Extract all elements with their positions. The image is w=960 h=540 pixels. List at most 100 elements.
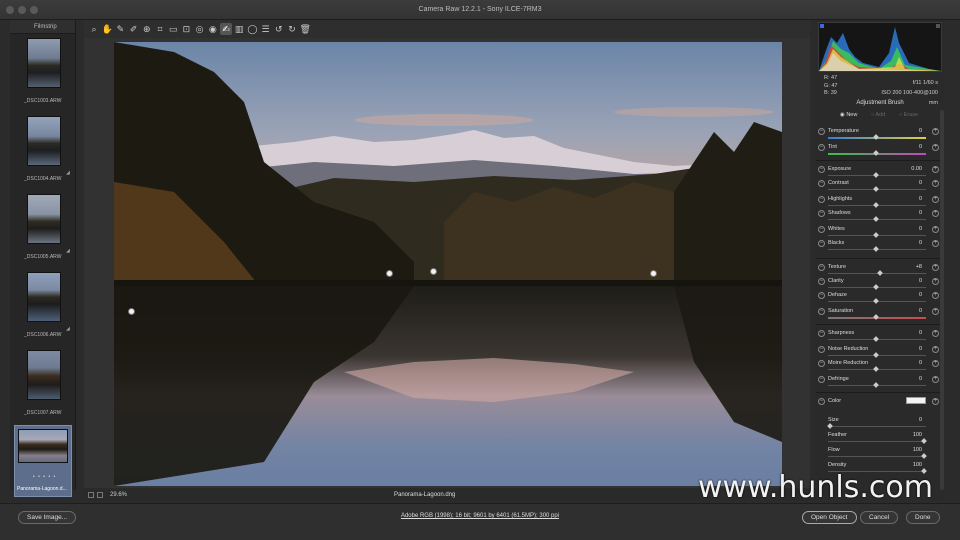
zoom-level[interactable]: 29.6% bbox=[110, 492, 127, 498]
color-sampler-icon[interactable]: ✐ bbox=[128, 23, 140, 35]
minus-icon[interactable]: − bbox=[818, 360, 825, 367]
slider-value[interactable]: 0 bbox=[898, 346, 922, 352]
filmstrip-item[interactable]: _DSC1004.ARW ◢ bbox=[14, 114, 72, 186]
spot-removal-icon[interactable]: ◎ bbox=[194, 23, 206, 35]
brush-flow[interactable]: Flow 100 bbox=[816, 447, 944, 462]
slider-sharpness[interactable]: − Sharpness 0 + bbox=[816, 330, 944, 345]
minus-icon[interactable]: − bbox=[818, 166, 825, 173]
slider-handle[interactable] bbox=[873, 232, 879, 238]
brush-track[interactable] bbox=[828, 441, 926, 442]
minus-icon[interactable]: − bbox=[818, 226, 825, 233]
plus-icon[interactable]: + bbox=[932, 398, 939, 405]
slider-value[interactable]: 0 bbox=[898, 180, 922, 186]
filmstrip-item[interactable]: _DSC1005.ARW ◢ bbox=[14, 192, 72, 264]
slider-exposure[interactable]: − Exposure 0.00 + bbox=[816, 166, 944, 181]
red-eye-icon[interactable]: ◉ bbox=[207, 23, 219, 35]
brush-handle[interactable] bbox=[827, 423, 833, 429]
delete-icon[interactable]: 🗑 bbox=[299, 23, 311, 35]
minus-icon[interactable]: − bbox=[818, 240, 825, 247]
preferences-icon[interactable]: ☰ bbox=[260, 23, 272, 35]
plus-icon[interactable]: + bbox=[932, 308, 939, 315]
plus-icon[interactable]: + bbox=[932, 292, 939, 299]
slider-value[interactable]: 0 bbox=[898, 128, 922, 134]
graduated-filter-icon[interactable]: ▥ bbox=[233, 23, 245, 35]
slider-value[interactable]: 0 bbox=[898, 330, 922, 336]
slider-clarity[interactable]: − Clarity 0 + bbox=[816, 278, 944, 293]
adjustment-pin[interactable] bbox=[386, 270, 393, 277]
minus-icon[interactable]: − bbox=[818, 144, 825, 151]
slider-handle[interactable] bbox=[876, 270, 883, 276]
slider-dehaze[interactable]: − Dehaze 0 + bbox=[816, 292, 944, 307]
mode-new[interactable]: ◉ New bbox=[840, 112, 857, 118]
filmstrip-item-selected[interactable]: • • • • • Panorama-Lagoon.d... bbox=[14, 425, 72, 497]
minus-icon[interactable]: − bbox=[818, 292, 825, 299]
slider-handle[interactable] bbox=[873, 366, 879, 372]
plus-icon[interactable]: + bbox=[932, 166, 939, 173]
slider-texture[interactable]: − Texture +8 + bbox=[816, 264, 944, 279]
slider-handle[interactable] bbox=[873, 246, 879, 252]
radial-filter-icon[interactable]: ◯ bbox=[246, 23, 258, 35]
brush-value[interactable]: 0 bbox=[898, 417, 922, 423]
slider-value[interactable]: 0 bbox=[898, 360, 922, 366]
slider-noise-reduction[interactable]: − Noise Reduction 0 + bbox=[816, 346, 944, 361]
slider-handle[interactable] bbox=[873, 202, 879, 208]
plus-icon[interactable]: + bbox=[932, 196, 939, 203]
plus-icon[interactable]: + bbox=[932, 330, 939, 337]
slider-defringe[interactable]: − Defringe 0 + bbox=[816, 376, 944, 391]
mode-add[interactable]: ○ Add bbox=[871, 112, 885, 118]
rotate-right-icon[interactable]: ↻ bbox=[286, 23, 298, 35]
slider-saturation[interactable]: − Saturation 0 + bbox=[816, 308, 944, 323]
plus-icon[interactable]: + bbox=[932, 360, 939, 367]
slider-handle[interactable] bbox=[873, 298, 879, 304]
slider-handle[interactable] bbox=[873, 382, 879, 388]
minus-icon[interactable]: − bbox=[818, 308, 825, 315]
slider-handle[interactable] bbox=[873, 172, 879, 178]
slider-value[interactable]: +8 bbox=[898, 264, 922, 270]
adjustment-brush-icon[interactable]: ✍ bbox=[220, 23, 232, 35]
minus-icon[interactable]: − bbox=[818, 398, 825, 405]
filmstrip-item[interactable]: _DSC1006.ARW ◢ bbox=[14, 270, 72, 342]
brush-handle[interactable] bbox=[921, 438, 927, 444]
minus-icon[interactable]: − bbox=[818, 196, 825, 203]
zoom-icon[interactable]: ⌕ bbox=[88, 23, 100, 35]
minus-icon[interactable]: − bbox=[818, 330, 825, 337]
minus-icon[interactable]: − bbox=[818, 128, 825, 135]
cancel-button[interactable]: Cancel bbox=[860, 511, 899, 524]
slider-value[interactable]: 0 bbox=[898, 308, 922, 314]
slider-handle[interactable] bbox=[873, 284, 879, 290]
open-object-button[interactable]: Open Object bbox=[802, 511, 857, 524]
done-button[interactable]: Done bbox=[906, 511, 940, 524]
brush-handle[interactable] bbox=[921, 453, 927, 459]
slider-handle[interactable] bbox=[873, 216, 879, 222]
slider-value[interactable]: 0 bbox=[898, 240, 922, 246]
brush-track[interactable] bbox=[828, 426, 926, 427]
white-balance-icon[interactable]: ✎ bbox=[114, 23, 126, 35]
slider-value[interactable]: 0 bbox=[898, 196, 922, 202]
adjustment-pin[interactable] bbox=[128, 308, 135, 315]
crop-icon[interactable]: ⌗ bbox=[154, 23, 166, 35]
preview-image[interactable] bbox=[114, 42, 782, 486]
slider-value[interactable]: 0 bbox=[898, 376, 922, 382]
slider-value[interactable]: 0 bbox=[898, 210, 922, 216]
zoom-in-icon[interactable] bbox=[97, 492, 103, 498]
plus-icon[interactable]: + bbox=[932, 226, 939, 233]
mode-erase[interactable]: ○ Erase bbox=[899, 112, 918, 118]
slider-value[interactable]: 0 bbox=[898, 144, 922, 150]
transform-icon[interactable]: ⊡ bbox=[180, 23, 192, 35]
slider-shadows[interactable]: − Shadows 0 + bbox=[816, 210, 944, 225]
plus-icon[interactable]: + bbox=[932, 376, 939, 383]
rotate-left-icon[interactable]: ↺ bbox=[273, 23, 285, 35]
slider-highlights[interactable]: − Highlights 0 + bbox=[816, 196, 944, 211]
zoom-out-icon[interactable] bbox=[88, 492, 94, 498]
adjustment-pin[interactable] bbox=[430, 268, 437, 275]
plus-icon[interactable]: + bbox=[932, 240, 939, 247]
filmstrip-item[interactable]: _DSC1007.ARW bbox=[14, 348, 72, 420]
minus-icon[interactable]: − bbox=[818, 264, 825, 271]
slider-contrast[interactable]: − Contrast 0 + bbox=[816, 180, 944, 195]
plus-icon[interactable]: + bbox=[932, 180, 939, 187]
minus-icon[interactable]: − bbox=[818, 346, 825, 353]
hand-icon[interactable]: ✋ bbox=[101, 23, 113, 35]
minus-icon[interactable]: − bbox=[818, 210, 825, 217]
brush-value[interactable]: 100 bbox=[898, 432, 922, 438]
color-swatch[interactable] bbox=[906, 397, 926, 404]
